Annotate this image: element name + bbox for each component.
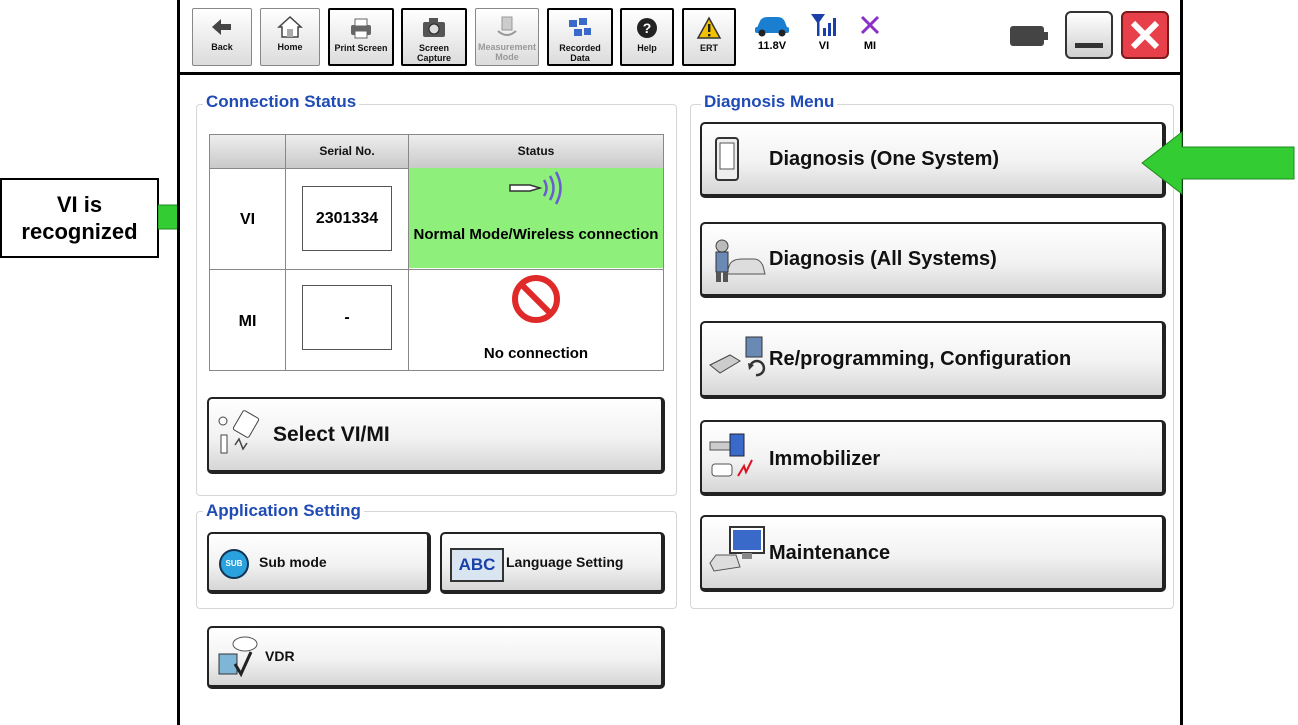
connection-table: Serial No. Status VI 2301334 Normal Mode… [209,134,664,371]
car-technician-icon [715,239,766,282]
header-serial: Serial No. [319,144,375,158]
application-setting-title: Application Setting [203,502,364,520]
recorded-data-label: Recorded Data [559,43,601,63]
key-immobilizer-icon [709,433,753,477]
measurement-mode-label: Measurement Mode [477,42,537,62]
warning-icon [696,16,722,39]
ert-button[interactable]: ERT [682,8,736,66]
language-setting-button[interactable]: ABC Language Setting [440,532,665,594]
car-icon [755,17,789,37]
select-vi-mi-label: Select VI/MI [273,423,390,446]
help-label: Help [637,43,657,53]
immobilizer-button[interactable]: Immobilizer [700,420,1166,496]
abc-icon: ABC [450,548,504,582]
mi-indicator-label: MI [863,40,877,52]
meter-icon [497,16,517,36]
help-button[interactable]: ? Help [620,8,674,66]
mi-status-text: No connection [483,345,589,362]
recorded-data-icon [569,18,591,36]
disconnected-x-icon [860,15,880,35]
mi-row-label: MI [238,313,257,330]
back-label: Back [211,42,233,52]
screen-capture-button[interactable]: Screen Capture [401,8,467,66]
reprogramming-icon [709,336,766,377]
back-arrow-icon [212,19,231,35]
handheld-device-icon [715,137,739,181]
home-label: Home [277,42,303,52]
close-icon [1130,20,1160,50]
signal-icon [811,14,836,36]
immobilizer-label: Immobilizer [769,448,881,470]
camera-icon [423,18,445,37]
ert-label: ERT [700,43,718,53]
print-screen-button[interactable]: Print Screen [328,8,394,66]
vi-serial-box: 2301334 [302,186,392,251]
recorded-data-button[interactable]: Recorded Data [547,8,613,66]
connection-table-header: Serial No. Status [210,135,663,169]
toolbar: Back Home Print Screen Screen Capture Me… [180,0,1180,75]
vi-status: VI [802,8,846,66]
annotation-line1: VI is [56,192,103,217]
battery-voltage: 11.8V [757,40,787,52]
mi-serial-box: - [302,285,392,350]
vi-status-text: Normal Mode/Wireless connection [413,226,659,243]
print-screen-label: Print Screen [334,43,388,53]
maintenance-label: Maintenance [769,542,891,564]
vdr-label: VDR [265,648,295,664]
maintenance-button[interactable]: Maintenance [700,515,1166,592]
help-icon: ? [637,18,657,38]
sub-mode-icon: SUB [219,549,249,579]
diagnosis-all-systems-label: Diagnosis (All Systems) [769,248,997,270]
home-icon [277,15,303,38]
annotation-arrow-right [1141,130,1295,196]
vi-indicator-label: VI [818,40,830,52]
select-vi-mi-icon [218,410,260,454]
close-button[interactable] [1121,11,1169,59]
annotation-callout: VI is recognized [0,178,159,258]
back-button[interactable]: Back [192,8,252,66]
language-setting-label: Language Setting [506,554,624,570]
reprogramming-configuration-label: Re/programming, Configuration [769,348,1072,370]
printer-icon [351,18,371,39]
reprogramming-configuration-button[interactable]: Re/programming, Configuration [700,321,1166,399]
mi-status: MI [848,8,892,66]
vdr-icon [218,636,258,678]
diagnosis-one-system-label: Diagnosis (One System) [769,148,1000,170]
annotation-line2: recognized [21,219,138,244]
maintenance-icon [709,526,765,572]
header-status: Status [517,144,555,158]
sub-mode-button[interactable]: SUB Sub mode [207,532,431,594]
minimize-icon [1075,43,1103,48]
diagnosis-menu-title: Diagnosis Menu [701,93,838,111]
screen-capture-label: Screen Capture [416,43,451,63]
svg-text:?: ? [643,20,652,36]
sub-mode-label: Sub mode [259,554,327,570]
measurement-mode-button[interactable]: Measurement Mode [475,8,539,66]
vi-row-label: VI [239,211,256,228]
home-button[interactable]: Home [260,8,320,66]
no-connection-icon [512,275,560,323]
minimize-button[interactable] [1065,11,1113,59]
connection-status-title: Connection Status [203,93,360,111]
vdr-button[interactable]: VDR [207,626,665,689]
diagnosis-all-systems-button[interactable]: Diagnosis (All Systems) [700,222,1166,298]
select-vi-mi-button[interactable]: Select VI/MI [207,397,665,474]
wireless-connection-icon [509,171,562,205]
battery-level-icon [1010,26,1048,46]
vi-status-cell: Normal Mode/Wireless connection [409,168,663,268]
diagnosis-one-system-button[interactable]: Diagnosis (One System) [700,122,1166,198]
battery-status: 11.8V [744,8,800,66]
